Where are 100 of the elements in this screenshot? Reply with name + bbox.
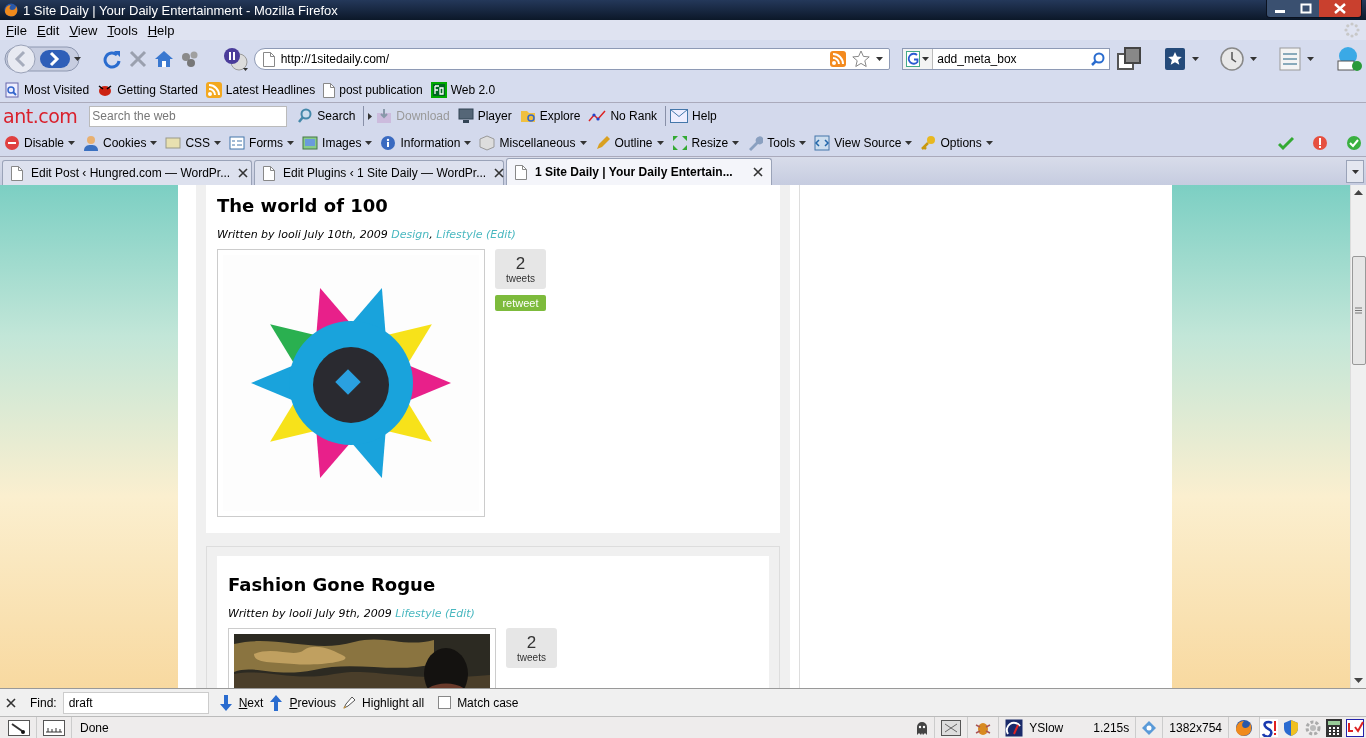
clock-icon[interactable] xyxy=(1220,47,1245,71)
molecule-icon[interactable] xyxy=(179,49,200,69)
back-forward-buttons[interactable] xyxy=(4,44,84,74)
highlight-all-link[interactable]: Highlight all xyxy=(362,695,425,710)
caret-icon[interactable] xyxy=(214,140,222,145)
caret-icon[interactable] xyxy=(68,140,76,145)
address-field[interactable]: http://1sitedaily.com/ xyxy=(253,48,891,70)
toolbar-button[interactable]: Help xyxy=(692,109,717,123)
disable-icon[interactable] xyxy=(4,134,20,151)
caret-icon[interactable] xyxy=(1191,57,1199,61)
folder-icon[interactable] xyxy=(519,108,536,124)
diamond-icon[interactable] xyxy=(1142,720,1157,735)
close-icon[interactable] xyxy=(6,697,16,708)
minimize-button[interactable] xyxy=(1267,0,1293,17)
browser-logo-icon[interactable] xyxy=(1235,718,1253,737)
person-icon[interactable] xyxy=(83,134,100,151)
caret-icon[interactable] xyxy=(656,140,664,145)
bookmark-link[interactable]: Most Visited xyxy=(24,83,90,97)
down-arrow-icon[interactable] xyxy=(218,694,233,711)
post-title[interactable]: The world of 100 xyxy=(217,189,769,216)
menu-item[interactable]: Help xyxy=(142,22,180,38)
screen-capture-icon[interactable] xyxy=(941,719,962,736)
search-icon[interactable] xyxy=(1090,52,1105,66)
gauge-icon[interactable] xyxy=(1005,718,1024,737)
windows-icon[interactable] xyxy=(1115,46,1142,72)
caret-icon[interactable] xyxy=(1250,57,1258,61)
menu-button[interactable]: Information xyxy=(400,135,461,150)
menu-button[interactable]: Cookies xyxy=(103,135,147,150)
eyedropper-icon[interactable] xyxy=(8,719,30,736)
close-icon[interactable] xyxy=(238,168,249,178)
toolbar-button[interactable]: Explore xyxy=(539,109,581,123)
menu-button[interactable]: Miscellaneous xyxy=(499,135,576,150)
post-title[interactable]: Fashion Gone Rogue xyxy=(228,568,758,595)
menu-button[interactable]: Tools xyxy=(767,135,796,150)
search-icon[interactable] xyxy=(297,108,314,124)
caret-icon[interactable] xyxy=(1307,57,1315,61)
menu-button[interactable]: Images xyxy=(322,135,362,150)
browser-tab[interactable]: Edit Post ‹ Hungred.com — WordPr... xyxy=(2,160,252,185)
caret-icon[interactable] xyxy=(905,140,913,145)
highlighter-icon[interactable] xyxy=(342,695,357,710)
home-icon[interactable] xyxy=(153,49,174,69)
menu-button[interactable]: Resize xyxy=(691,135,729,150)
menu-item[interactable]: Edit xyxy=(31,22,65,38)
caret-icon[interactable] xyxy=(985,140,993,145)
bookmark-link[interactable]: Web 2.0 xyxy=(450,83,496,97)
checkbox[interactable] xyxy=(438,696,452,709)
bookmark-link[interactable]: post publication xyxy=(339,83,423,97)
star-icon[interactable] xyxy=(852,50,871,68)
browser-tab[interactable]: Edit Plugins ‹ 1 Site Daily — WordPr... xyxy=(254,160,504,185)
maximize-button[interactable] xyxy=(1293,0,1319,17)
tab-list-button[interactable] xyxy=(1346,160,1364,183)
menu-item[interactable]: View xyxy=(64,22,103,38)
phone-app-icon[interactable] xyxy=(1335,46,1362,72)
monitor-icon[interactable] xyxy=(457,108,474,124)
menu-button[interactable]: Forms xyxy=(249,135,284,150)
up-arrow-icon[interactable] xyxy=(269,694,284,711)
menu-item[interactable]: Tools xyxy=(102,22,143,38)
caret-icon[interactable] xyxy=(464,140,472,145)
close-button[interactable] xyxy=(1319,0,1361,17)
envelope-icon[interactable] xyxy=(670,109,689,123)
check-icon[interactable] xyxy=(1278,134,1294,151)
scroll-down-icon[interactable] xyxy=(1354,678,1363,683)
menu-button[interactable]: Options xyxy=(940,135,982,150)
error-icon[interactable] xyxy=(1312,134,1328,151)
chart-line-icon[interactable] xyxy=(588,108,607,124)
menu-button[interactable]: CSS xyxy=(185,135,211,150)
previous-link[interactable]: Previous xyxy=(289,695,337,710)
reload-icon[interactable] xyxy=(101,49,122,69)
caret-icon[interactable] xyxy=(365,140,373,145)
pause-icon[interactable] xyxy=(221,46,248,72)
s-logo-icon[interactable] xyxy=(1260,718,1278,737)
menu-button[interactable]: Outline xyxy=(614,135,653,150)
caret-icon[interactable] xyxy=(150,140,158,145)
search-field[interactable]: add_meta_box xyxy=(902,48,1110,70)
scrollbar[interactable] xyxy=(1350,185,1366,688)
ghost-icon[interactable] xyxy=(916,720,929,735)
yslow-label[interactable]: YSlow xyxy=(1029,720,1064,735)
search-field[interactable]: Search the web xyxy=(89,105,288,127)
checklist-icon[interactable] xyxy=(1346,718,1364,737)
caret-icon[interactable] xyxy=(799,140,807,145)
bookmarks-icon[interactable] xyxy=(1163,47,1186,71)
menu-item[interactable]: File xyxy=(1,22,32,38)
brand-logo[interactable]: ant.com xyxy=(3,105,78,127)
toolbar-button[interactable]: Player xyxy=(477,109,512,123)
caret-icon[interactable] xyxy=(287,140,295,145)
calculator-icon[interactable] xyxy=(1326,718,1342,737)
close-icon[interactable] xyxy=(753,167,763,177)
browser-tab[interactable]: 1 Site Daily | Your Daily Entertain... xyxy=(506,158,772,185)
caret-icon[interactable] xyxy=(922,57,930,61)
menu-button[interactable]: Disable xyxy=(24,135,65,150)
bookmark-link[interactable]: Latest Headlines xyxy=(225,83,316,97)
bookmark-link[interactable]: Getting Started xyxy=(117,83,198,97)
caret-icon[interactable] xyxy=(579,140,587,145)
toolbar-button[interactable]: No Rank xyxy=(610,109,658,123)
toolbar-button[interactable]: Search xyxy=(317,109,356,123)
source-icon[interactable] xyxy=(814,134,831,151)
caret-icon[interactable] xyxy=(732,140,740,145)
next-link[interactable]: Next xyxy=(238,695,264,710)
shield-icon[interactable] xyxy=(1282,718,1300,737)
check-circle-icon[interactable] xyxy=(1346,134,1362,151)
